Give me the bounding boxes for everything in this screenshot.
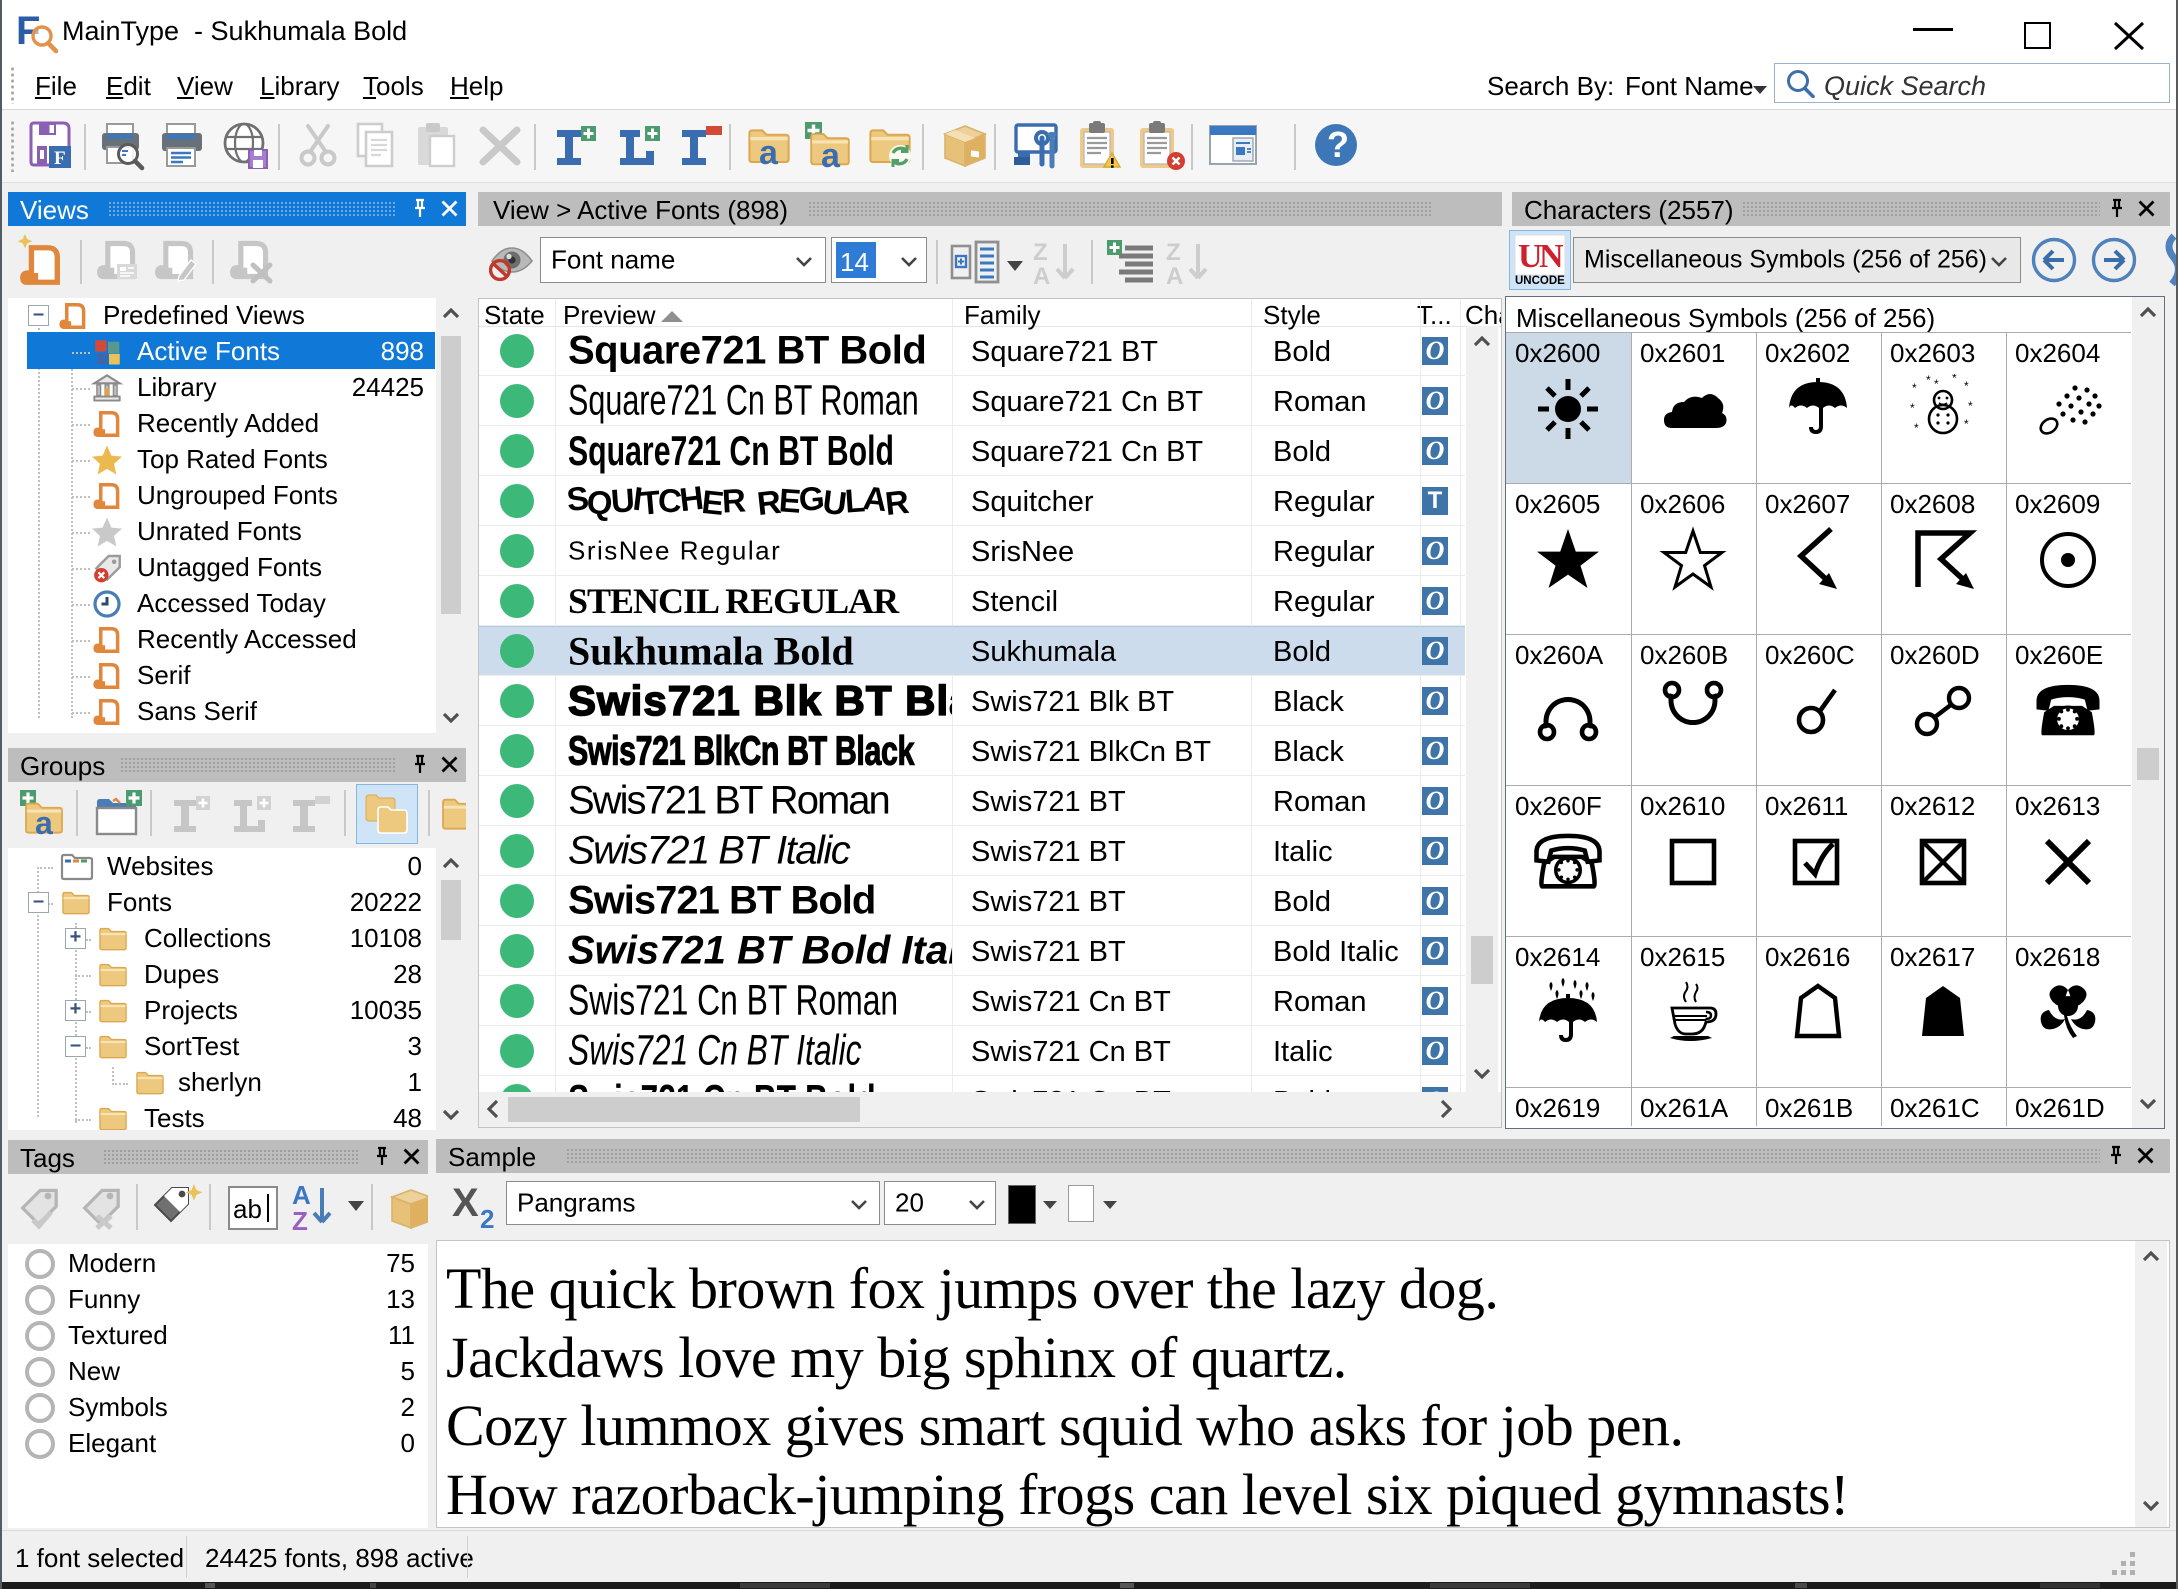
svg-text:*: * <box>1964 379 1969 393</box>
svg-text:A: A <box>1166 263 1183 286</box>
svg-text:*: * <box>1912 381 1917 395</box>
svg-text:*: * <box>1914 421 1919 435</box>
svg-text:?: ? <box>1327 124 1349 165</box>
svg-text:ab: ab <box>233 1194 262 1224</box>
svg-text:a: a <box>35 805 53 841</box>
svg-text:a: a <box>821 137 841 172</box>
svg-text:A: A <box>1033 263 1050 286</box>
svg-text:X: X <box>452 1181 479 1225</box>
svg-text:*: * <box>1968 399 1973 413</box>
svg-text:2: 2 <box>480 1204 494 1232</box>
svg-text:UNCODE: UNCODE <box>1515 275 1565 287</box>
svg-text:*: * <box>1964 417 1969 431</box>
svg-text:*: * <box>1934 377 1939 391</box>
svg-text:F: F <box>54 148 66 169</box>
svg-text:N: N <box>1539 238 1564 275</box>
svg-text:*: * <box>1926 374 1931 387</box>
svg-text:*: * <box>1952 374 1957 385</box>
svg-text:a: a <box>759 134 779 172</box>
svg-text:*: * <box>1910 401 1915 415</box>
svg-text:Z: Z <box>292 1206 308 1234</box>
